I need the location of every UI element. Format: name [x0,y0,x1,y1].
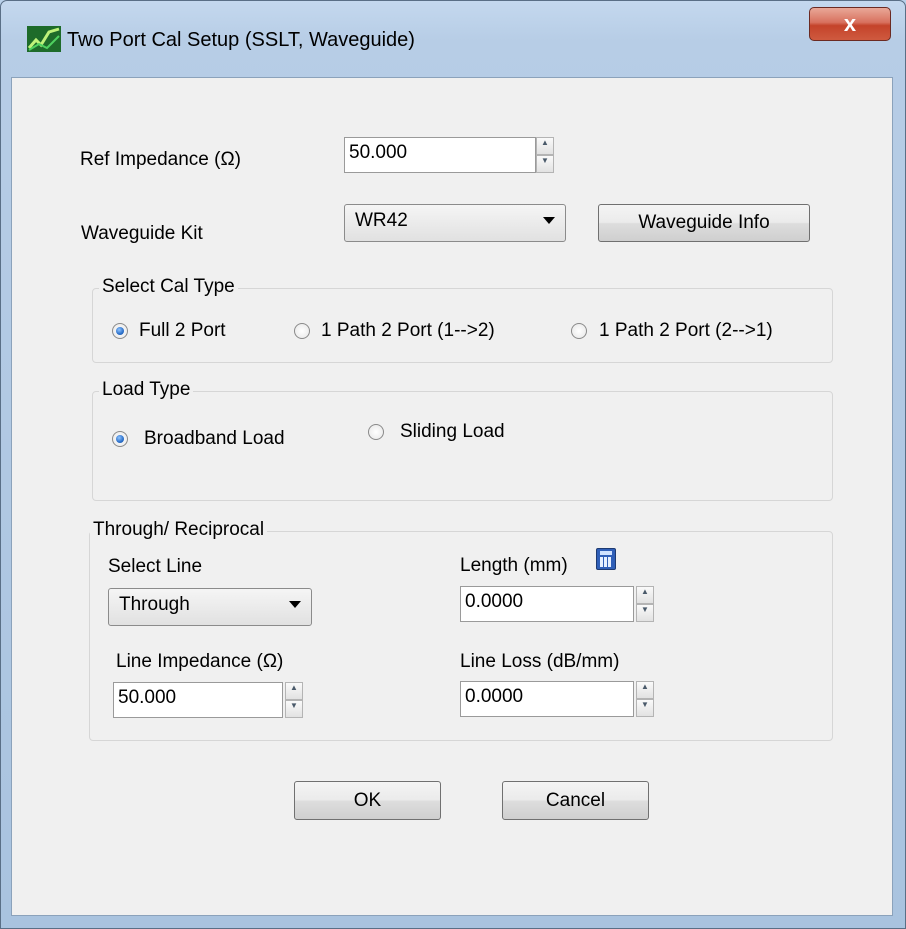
dialog-body: Ref Impedance (Ω) 50.000 ▲ ▼ Waveguide K… [11,77,893,916]
radio-label-1-path-1-to-2[interactable]: 1 Path 2 Port (1-->2) [321,320,495,342]
spin-down-icon[interactable]: ▼ [636,604,654,622]
waveguide-kit-value: WR42 [355,210,408,231]
load-type-legend: Load Type [99,379,194,401]
spin-up-icon[interactable]: ▲ [636,681,654,699]
radio-label-broadband-load[interactable]: Broadband Load [144,428,285,450]
ref-impedance-spinner[interactable]: ▲ ▼ [536,137,554,173]
through-reciprocal-legend: Through/ Reciprocal [90,519,268,541]
spin-down-icon[interactable]: ▼ [285,700,303,718]
radio-broadband-load[interactable] [112,431,128,447]
app-logo-icon [27,26,61,52]
spin-up-icon[interactable]: ▲ [536,137,554,155]
radio-label-1-path-2-to-1[interactable]: 1 Path 2 Port (2-->1) [599,320,773,342]
select-line-label: Select Line [108,556,203,577]
select-line-dropdown[interactable]: Through [108,588,312,626]
select-line-value: Through [119,594,190,615]
ref-impedance-input[interactable]: 50.000 [344,137,536,173]
radio-1-path-2-to-1[interactable] [571,323,587,339]
spin-up-icon[interactable]: ▲ [636,586,654,604]
title-bar[interactable]: Two Port Cal Setup (SSLT, Waveguide) x [1,1,905,77]
window-title: Two Port Cal Setup (SSLT, Waveguide) [67,29,415,51]
line-impedance-spinner[interactable]: ▲ ▼ [285,682,303,718]
line-impedance-label: Line Impedance (Ω) [116,651,284,672]
spin-down-icon[interactable]: ▼ [536,155,554,173]
calculator-icon[interactable] [596,548,616,570]
line-loss-label: Line Loss (dB/mm) [460,651,620,672]
spin-down-icon[interactable]: ▼ [636,699,654,717]
ok-button[interactable]: OK [294,781,441,820]
radio-label-sliding-load[interactable]: Sliding Load [400,421,505,443]
waveguide-info-button[interactable]: Waveguide Info [598,204,810,242]
line-impedance-input[interactable]: 50.000 [113,682,283,718]
radio-sliding-load[interactable] [368,424,384,440]
cal-type-legend: Select Cal Type [99,276,238,298]
line-loss-input[interactable]: 0.0000 [460,681,634,717]
close-icon: x [843,11,857,36]
line-loss-spinner[interactable]: ▲ ▼ [636,681,654,717]
dialog-window: Two Port Cal Setup (SSLT, Waveguide) x R… [0,0,906,929]
radio-label-full-2-port[interactable]: Full 2 Port [139,320,226,342]
waveguide-kit-label: Waveguide Kit [81,223,203,244]
ref-impedance-label: Ref Impedance (Ω) [80,149,241,170]
chevron-down-icon [289,601,301,608]
radio-full-2-port[interactable] [112,323,128,339]
chevron-down-icon [543,217,555,224]
length-label: Length (mm) [460,555,568,576]
waveguide-kit-dropdown[interactable]: WR42 [344,204,566,242]
close-button[interactable]: x [809,7,891,41]
radio-1-path-1-to-2[interactable] [294,323,310,339]
spin-up-icon[interactable]: ▲ [285,682,303,700]
cancel-button[interactable]: Cancel [502,781,649,820]
length-spinner[interactable]: ▲ ▼ [636,586,654,622]
length-input[interactable]: 0.0000 [460,586,634,622]
